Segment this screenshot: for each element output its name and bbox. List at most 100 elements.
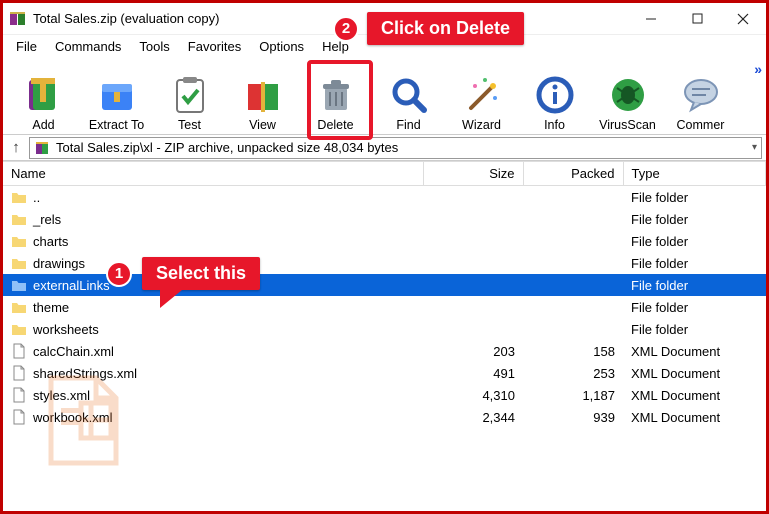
file-size	[423, 318, 523, 340]
folder-icon	[11, 277, 27, 293]
folder-icon	[11, 321, 27, 337]
magnifier-icon	[388, 74, 430, 116]
col-size[interactable]: Size	[423, 162, 523, 186]
add-label: Add	[32, 116, 54, 132]
test-label: Test	[178, 116, 201, 132]
virusscan-button[interactable]: VirusScan	[591, 60, 664, 132]
address-bar: ↑ Total Sales.zip\xl - ZIP archive, unpa…	[3, 135, 766, 161]
info-button[interactable]: Info	[518, 60, 591, 132]
file-type: XML Document	[623, 362, 766, 384]
file-packed	[523, 252, 623, 274]
file-packed	[523, 186, 623, 209]
file-size	[423, 274, 523, 296]
file-packed: 253	[523, 362, 623, 384]
bug-icon	[607, 74, 649, 116]
folder-icon	[11, 189, 27, 205]
file-icon	[11, 387, 27, 403]
file-packed: 158	[523, 340, 623, 362]
table-row[interactable]: .. File folder	[3, 186, 766, 209]
file-type: File folder	[623, 252, 766, 274]
wizard-label: Wizard	[462, 116, 501, 132]
wizard-button[interactable]: Wizard	[445, 60, 518, 132]
callout-step1: 1 Select this	[106, 257, 260, 290]
add-button[interactable]: Add	[7, 60, 80, 132]
view-label: View	[249, 116, 276, 132]
archive-icon	[23, 74, 65, 116]
file-packed	[523, 318, 623, 340]
table-row[interactable]: calcChain.xml203158XML Document	[3, 340, 766, 362]
menu-commands[interactable]: Commands	[46, 37, 130, 56]
table-row[interactable]: themeFile folder	[3, 296, 766, 318]
extract-to-button[interactable]: Extract To	[80, 60, 153, 132]
file-name: worksheets	[33, 322, 99, 337]
table-row[interactable]: worksheetsFile folder	[3, 318, 766, 340]
file-size	[423, 230, 523, 252]
file-size: 491	[423, 362, 523, 384]
wand-icon	[461, 74, 503, 116]
comment-button[interactable]: Commer	[664, 60, 737, 132]
file-type: File folder	[623, 186, 766, 209]
close-button[interactable]	[720, 3, 766, 34]
folder-icon	[11, 255, 27, 271]
menu-favorites[interactable]: Favorites	[179, 37, 250, 56]
file-packed	[523, 230, 623, 252]
file-size: 203	[423, 340, 523, 362]
file-packed: 939	[523, 406, 623, 428]
callout-step2: 2 Click on Delete	[333, 12, 524, 45]
file-name: calcChain.xml	[33, 344, 114, 359]
address-box[interactable]: Total Sales.zip\xl - ZIP archive, unpack…	[29, 137, 762, 159]
table-row[interactable]: workbook.xml2,344939XML Document	[3, 406, 766, 428]
file-name: sharedStrings.xml	[33, 366, 137, 381]
menu-file[interactable]: File	[7, 37, 46, 56]
folder-icon	[11, 211, 27, 227]
file-packed	[523, 296, 623, 318]
col-type[interactable]: Type	[623, 162, 766, 186]
file-name: drawings	[33, 256, 85, 271]
info-label: Info	[544, 116, 565, 132]
file-icon	[11, 365, 27, 381]
comment-label: Commer	[677, 116, 725, 132]
file-size	[423, 186, 523, 209]
step2-badge: 2	[333, 16, 359, 42]
virusscan-label: VirusScan	[599, 116, 656, 132]
chevron-down-icon[interactable]: ▾	[752, 142, 757, 153]
file-type: XML Document	[623, 406, 766, 428]
view-button[interactable]: View	[226, 60, 299, 132]
find-button[interactable]: Find	[372, 60, 445, 132]
table-row[interactable]: _relsFile folder	[3, 208, 766, 230]
step1-badge: 1	[106, 261, 132, 287]
info-icon	[534, 74, 576, 116]
speech-bubble-icon	[680, 74, 722, 116]
minimize-button[interactable]	[628, 3, 674, 34]
delete-label: Delete	[317, 116, 353, 132]
app-icon	[9, 10, 27, 28]
delete-button[interactable]: Delete	[299, 60, 372, 132]
folder-icon	[11, 233, 27, 249]
file-type: File folder	[623, 230, 766, 252]
address-text: Total Sales.zip\xl - ZIP archive, unpack…	[56, 140, 746, 155]
file-icon	[11, 409, 27, 425]
step2-text: Click on Delete	[367, 12, 524, 45]
file-packed	[523, 274, 623, 296]
file-list[interactable]: Name Size Packed Type ..File folder_rels…	[3, 161, 766, 511]
table-row[interactable]: charts File folder	[3, 230, 766, 252]
file-name: externalLinks	[33, 278, 110, 293]
col-packed[interactable]: Packed	[523, 162, 623, 186]
window-title: Total Sales.zip (evaluation copy)	[33, 11, 628, 26]
file-name: ..	[33, 190, 40, 205]
up-button[interactable]: ↑	[7, 139, 25, 156]
table-row[interactable]: sharedStrings.xml 491253XML Document	[3, 362, 766, 384]
toolbar: Add Extract To Test View Delete Find	[3, 57, 766, 135]
toolbar-overflow-icon[interactable]: »	[754, 61, 762, 77]
file-name: charts	[33, 234, 68, 249]
file-packed	[523, 208, 623, 230]
menu-options[interactable]: Options	[250, 37, 313, 56]
table-row[interactable]: styles.xml4,3101,187XML Document	[3, 384, 766, 406]
test-button[interactable]: Test	[153, 60, 226, 132]
file-size: 4,310	[423, 384, 523, 406]
find-label: Find	[396, 116, 420, 132]
col-name[interactable]: Name	[3, 162, 423, 186]
maximize-button[interactable]	[674, 3, 720, 34]
menu-tools[interactable]: Tools	[130, 37, 178, 56]
folder-icon	[11, 299, 27, 315]
